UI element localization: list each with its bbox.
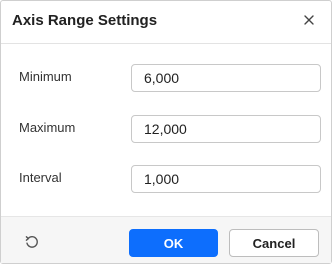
interval-field[interactable] <box>131 165 321 193</box>
maximum-field[interactable] <box>131 115 321 143</box>
minimum-field[interactable] <box>131 64 321 92</box>
ok-button[interactable]: OK <box>129 229 218 257</box>
minimum-label: Minimum <box>19 69 72 84</box>
dialog-header: Axis Range Settings <box>1 1 331 41</box>
close-button[interactable] <box>299 10 319 30</box>
dialog-title: Axis Range Settings <box>12 12 158 29</box>
cancel-button[interactable]: Cancel <box>229 229 319 257</box>
header-divider <box>1 43 331 44</box>
dialog-footer: OK Cancel <box>1 216 331 263</box>
interval-label: Interval <box>19 170 62 185</box>
reset-button[interactable] <box>22 232 42 252</box>
close-icon <box>304 15 314 25</box>
maximum-label: Maximum <box>19 120 76 135</box>
reset-icon <box>25 236 38 248</box>
axis-range-settings-dialog: Axis Range Settings Minimum Maximum Inte… <box>0 0 332 264</box>
